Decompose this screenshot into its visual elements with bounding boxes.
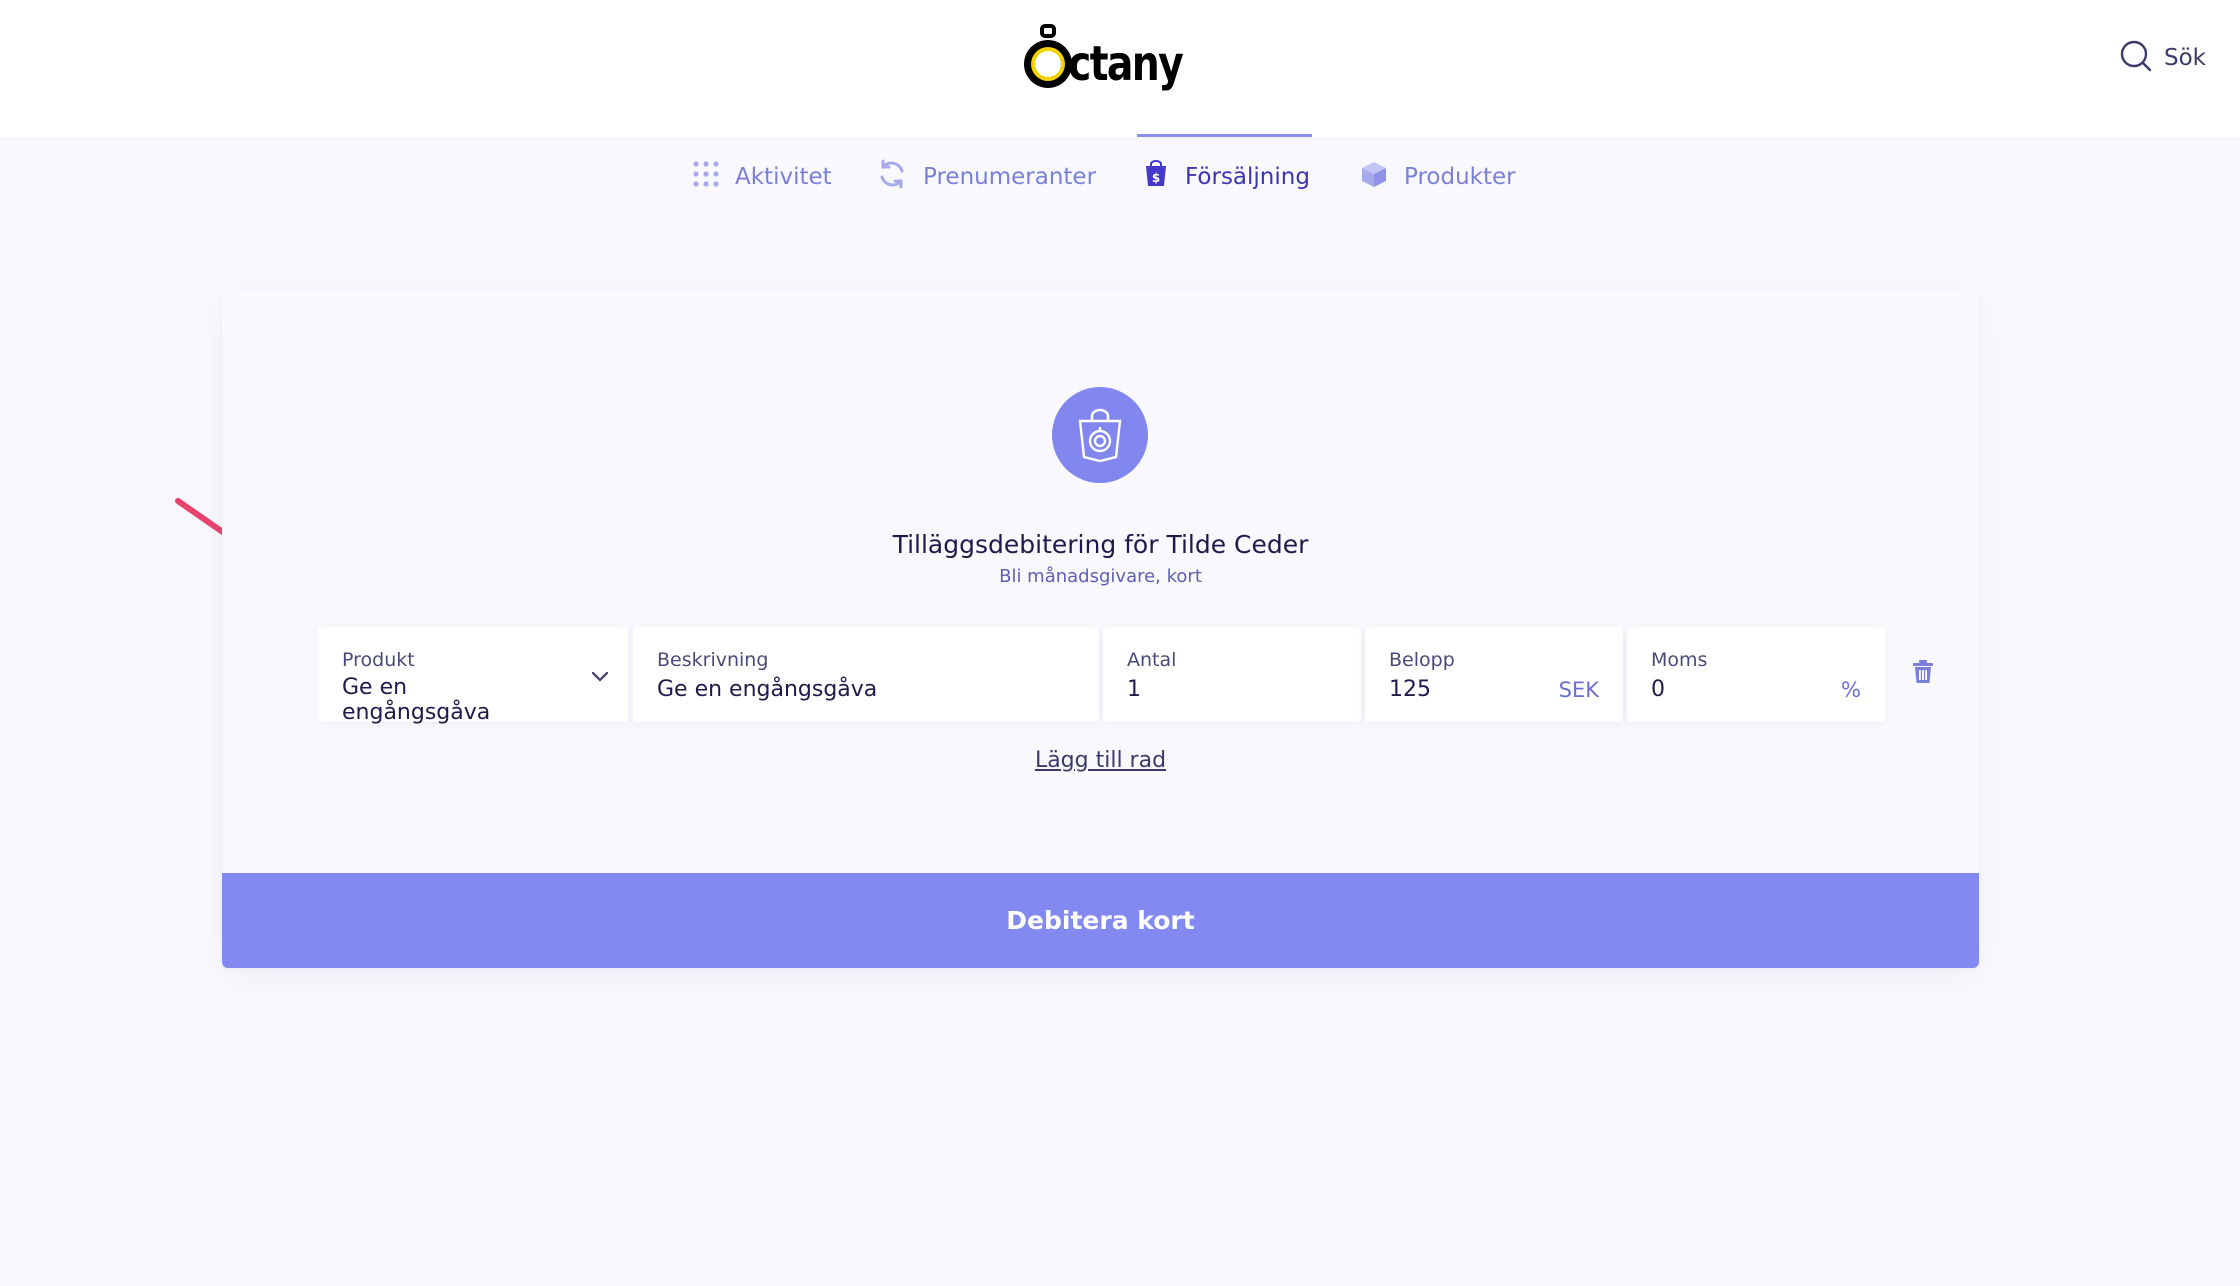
amount-label: Belopp [1389, 649, 1455, 671]
add-row-link[interactable]: Lägg till rad [1035, 748, 1166, 773]
tab-prenumeranter-label: Prenumeranter [923, 164, 1097, 190]
description-field[interactable]: Beskrivning Ge en engångsgåva [633, 627, 1099, 722]
product-select[interactable]: Produkt Ge en engångsgåva [318, 627, 628, 725]
tab-forsaljning-label: Försäljning [1185, 164, 1310, 190]
search-button[interactable]: Sök [2120, 40, 2206, 76]
product-value: Ge en engångsgåva [342, 675, 491, 725]
main-nav: Aktivitet Prenumeranter $ Försäljning Pr… [0, 134, 2240, 217]
grid-dots-icon [693, 161, 719, 193]
chevron-down-icon [590, 669, 610, 688]
quantity-field[interactable]: Antal 1 [1103, 627, 1361, 722]
logo-text: ctany [1068, 36, 1184, 92]
search-label: Sök [2164, 45, 2206, 71]
description-input[interactable]: Ge en engångsgåva [657, 677, 983, 702]
search-icon [2120, 40, 2152, 76]
vat-field[interactable]: Moms 0 % [1627, 627, 1885, 722]
tab-forsaljning[interactable]: $ Försäljning [1137, 134, 1312, 217]
svg-text:$: $ [1152, 171, 1160, 185]
tab-aktivitet[interactable]: Aktivitet [693, 137, 832, 217]
shopping-bag-icon [1052, 387, 1148, 483]
tab-produkter-label: Produkter [1404, 164, 1516, 190]
tab-prenumeranter[interactable]: Prenumeranter [877, 137, 1096, 217]
shopping-bag-icon: $ [1143, 160, 1169, 194]
delete-row-icon[interactable] [1913, 660, 1933, 688]
add-row-container: Lägg till rad [222, 748, 1979, 773]
quantity-input[interactable]: 1 [1127, 677, 1308, 702]
amount-input[interactable]: 125 [1389, 677, 1570, 702]
quantity-label: Antal [1127, 649, 1177, 671]
top-header: ctany Sök [0, 0, 2240, 137]
vat-input[interactable]: 0 [1651, 677, 1832, 702]
description-label: Beskrivning [657, 649, 769, 671]
octany-logo[interactable]: ctany [1020, 24, 1207, 94]
tab-aktivitet-label: Aktivitet [735, 164, 832, 190]
amount-unit: SEK [1558, 678, 1599, 702]
vat-label: Moms [1651, 649, 1708, 671]
extra-charge-card: Tilläggsdebitering för Tilde Ceder Bli m… [222, 290, 1979, 968]
charge-card-button[interactable]: Debitera kort [222, 873, 1979, 968]
card-title: Tilläggsdebitering för Tilde Ceder [892, 530, 1309, 559]
card-subtitle: Bli månadsgivare, kort [999, 566, 1202, 587]
amount-field[interactable]: Belopp 125 SEK [1365, 627, 1623, 722]
refresh-icon [877, 159, 907, 195]
vat-unit: % [1841, 678, 1861, 702]
product-label: Produkt [342, 649, 415, 671]
box-icon [1360, 160, 1388, 194]
tab-produkter[interactable]: Produkter [1360, 137, 1516, 217]
